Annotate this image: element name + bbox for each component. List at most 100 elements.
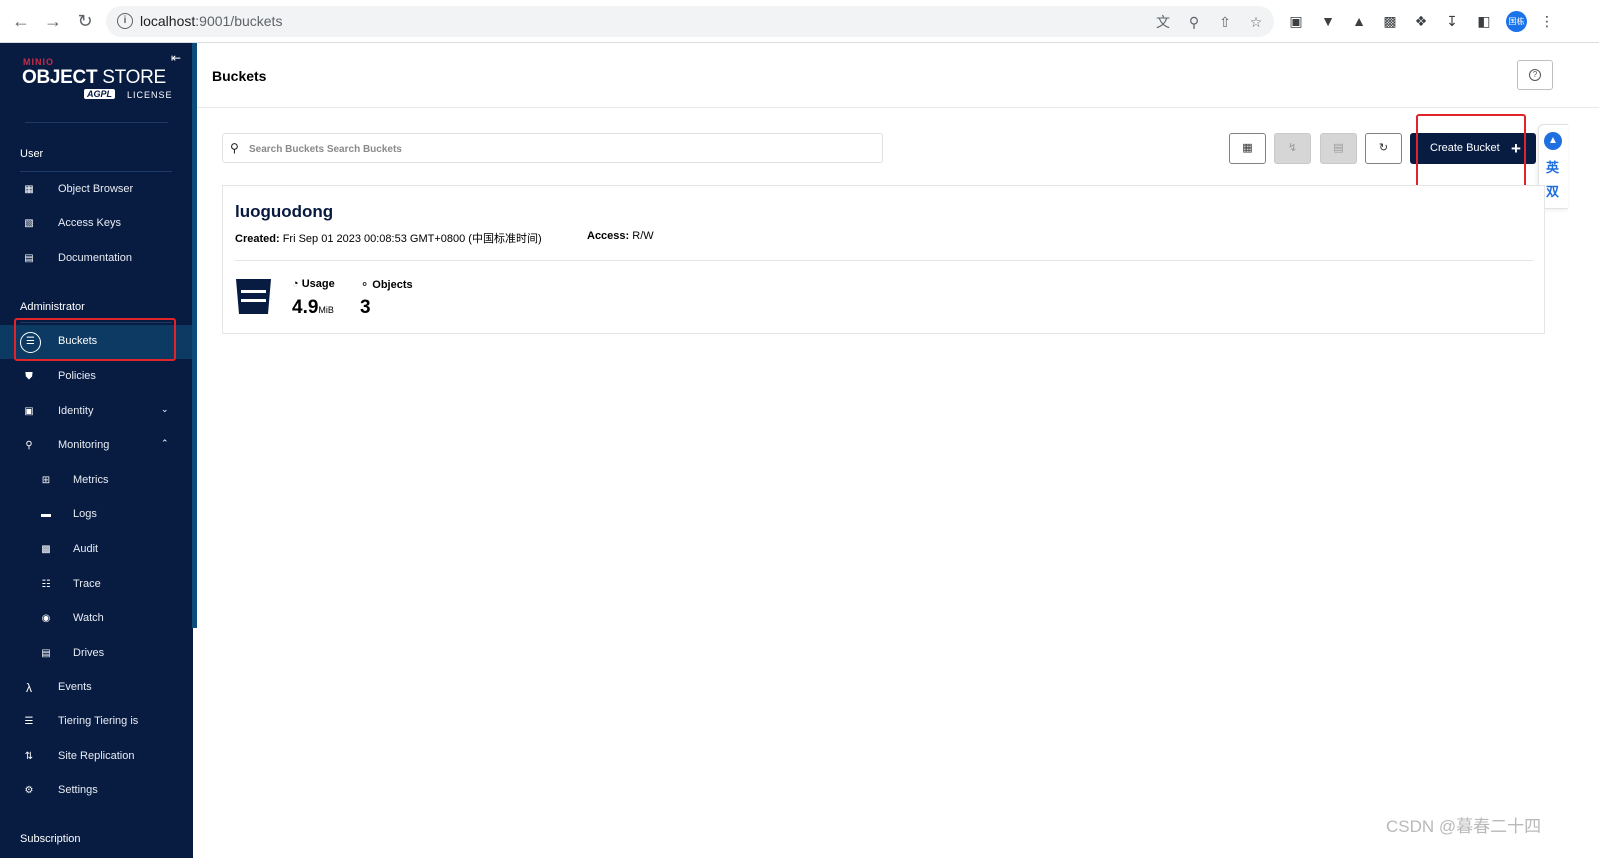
bookmark-star-icon[interactable]: ☆: [1247, 13, 1265, 31]
help-button[interactable]: ?: [1517, 60, 1553, 90]
sidebar-item-watch[interactable]: ◉ Watch: [0, 602, 193, 636]
sidebar-item-object-browser[interactable]: ▦ Object Browser: [0, 173, 193, 207]
kebab-menu-icon[interactable]: ⋮: [1538, 12, 1556, 30]
sidebar-item-events[interactable]: λ Events: [0, 671, 193, 705]
extension-v-icon[interactable]: ▼: [1319, 12, 1337, 30]
zoom-icon[interactable]: ⚲: [1185, 13, 1203, 31]
set-lifecycle-button[interactable]: ↯: [1274, 133, 1311, 164]
site-info-icon[interactable]: i: [117, 13, 133, 29]
collapse-sidebar-icon[interactable]: ⇤: [171, 51, 181, 65]
logo-title-bold: OBJECT: [22, 67, 98, 88]
sidebar-item-label: Audit: [73, 543, 99, 555]
documentation-icon: ▤: [24, 253, 34, 264]
search-input[interactable]: [249, 140, 849, 158]
section-subscription: Subscription: [20, 833, 81, 845]
logo-title: OBJECT STORE: [22, 67, 166, 89]
replication-button[interactable]: ▤: [1320, 133, 1357, 164]
lifecycle-icon: ↯: [1287, 142, 1298, 154]
sidebar-item-policies[interactable]: ⛊ Policies: [0, 360, 193, 394]
reload-icon[interactable]: ↻: [74, 10, 96, 32]
search-bar[interactable]: ⚲: [222, 133, 883, 163]
extension-triangle-icon[interactable]: ▲: [1350, 12, 1368, 30]
sidebar-item-identity[interactable]: ▣ Identity ⌄: [0, 395, 193, 429]
sidebar-item-label: Documentation: [58, 252, 132, 264]
usage-number: 4.9: [292, 297, 319, 318]
back-arrow-icon[interactable]: ←: [10, 10, 32, 32]
logo-brand: MINIO: [23, 57, 54, 67]
logo-divider: [25, 122, 168, 123]
created-value: Fri Sep 01 2023 00:08:53 GMT+0800 (中国标准时…: [282, 233, 542, 245]
sidebar: MINIO OBJECT STORE AGPL LICENSE ⇤ User ▦…: [0, 43, 193, 858]
refresh-button[interactable]: ↻: [1365, 133, 1402, 164]
stack-icon: ▤: [1333, 142, 1344, 154]
sidebar-item-drives[interactable]: ▤ Drives: [0, 637, 193, 671]
grid-view-button[interactable]: ▦: [1229, 133, 1266, 164]
forward-arrow-icon[interactable]: →: [42, 10, 64, 32]
logo-agpl: AGPL: [84, 89, 116, 99]
usage-label: ◔ Usage: [292, 278, 335, 290]
metrics-icon: ⊞: [41, 475, 51, 486]
browser-toolbar: ← → ↻ i localhost:9001/buckets 文 ⚲ ⇧ ☆ ▣…: [0, 0, 1599, 43]
access-label: Access:: [587, 230, 630, 242]
sidebar-item-logs[interactable]: ▬ Logs: [0, 498, 193, 532]
sidebar-scrollbar[interactable]: [192, 43, 197, 628]
usage-value: 4.9MiB: [292, 297, 334, 319]
sidebar-item-label: Policies: [58, 370, 96, 382]
usage-unit: MiB: [318, 305, 334, 315]
sidebar-item-audit[interactable]: ▩ Audit: [0, 533, 193, 567]
bucket-card[interactable]: luoguodong Created: Fri Sep 01 2023 00:0…: [222, 185, 1545, 334]
sidebar-item-tiering[interactable]: ☰ Tiering Tiering is: [0, 705, 193, 739]
translate-icon[interactable]: 文: [1154, 13, 1172, 31]
object-browser-icon: ▦: [24, 184, 34, 195]
access-value: R/W: [632, 230, 654, 242]
usage-icon: ◔: [292, 278, 299, 290]
sidebar-item-label: Metrics: [73, 474, 109, 486]
sidebar-item-metrics[interactable]: ⊞ Metrics: [0, 464, 193, 498]
sidebar-item-monitoring[interactable]: ⚲ Monitoring ⌃: [0, 429, 193, 463]
bucket-created: Created: Fri Sep 01 2023 00:08:53 GMT+08…: [235, 230, 542, 246]
side-panel-icon[interactable]: ◧: [1475, 12, 1493, 30]
access-keys-icon: ▧: [24, 218, 34, 229]
extension-box-icon[interactable]: ▩: [1381, 12, 1399, 30]
audit-icon: ▩: [41, 544, 51, 555]
sidebar-item-label: Monitoring: [58, 439, 110, 451]
page-header: Buckets ?: [197, 43, 1599, 108]
translate-mode-bilingual[interactable]: 双: [1546, 181, 1559, 200]
bucket-icon: [236, 279, 271, 314]
gear-icon: ⚙: [24, 785, 34, 796]
url-text[interactable]: localhost:9001/buckets: [140, 13, 282, 29]
download-icon[interactable]: ↧: [1443, 12, 1461, 30]
profile-avatar[interactable]: 国栋: [1506, 11, 1527, 32]
sidebar-item-settings[interactable]: ⚙ Settings: [0, 774, 193, 808]
sidebar-item-label: Access Keys: [58, 217, 121, 229]
bucket-access: Access: R/W: [587, 230, 654, 242]
objects-icon: ⚬: [360, 279, 370, 291]
section-user: User: [20, 148, 44, 160]
extension-icon[interactable]: ▣: [1287, 12, 1305, 30]
highlight-box-buckets: [14, 318, 176, 361]
share-icon[interactable]: ⇧: [1216, 13, 1234, 31]
sidebar-item-site-replication[interactable]: ⇅ Site Replication: [0, 740, 193, 774]
created-label: Created:: [235, 233, 280, 245]
sidebar-item-access-keys[interactable]: ▧ Access Keys: [0, 207, 193, 241]
objects-label: ⚬ Objects: [360, 278, 413, 291]
bucket-name[interactable]: luoguodong: [235, 202, 333, 222]
sidebar-item-label: Tiering Tiering is: [58, 715, 139, 727]
translate-mode-en[interactable]: 英: [1546, 157, 1559, 176]
sidebar-item-label: Events: [58, 681, 92, 693]
sidebar-item-documentation[interactable]: ▤ Documentation: [0, 242, 193, 276]
logo-title-thin: STORE: [102, 67, 166, 88]
monitoring-icon: ⚲: [25, 440, 33, 451]
puzzle-icon[interactable]: ❖: [1412, 12, 1430, 30]
sidebar-item-label: Object Browser: [58, 183, 134, 195]
sidebar-item-label: Settings: [58, 784, 98, 796]
objects-label-text: Objects: [372, 279, 413, 291]
section-divider: [20, 171, 172, 172]
watch-icon: ◉: [41, 613, 51, 624]
grid-icon: ▦: [1242, 142, 1253, 154]
watermark: CSDN @暮春二十四: [1386, 817, 1542, 836]
refresh-icon: ↻: [1378, 142, 1389, 154]
address-bar[interactable]: i localhost:9001/buckets 文 ⚲ ⇧ ☆: [106, 6, 1274, 37]
logo-license: LICENSE: [127, 90, 173, 100]
sidebar-item-trace[interactable]: ☷ Trace: [0, 568, 193, 602]
